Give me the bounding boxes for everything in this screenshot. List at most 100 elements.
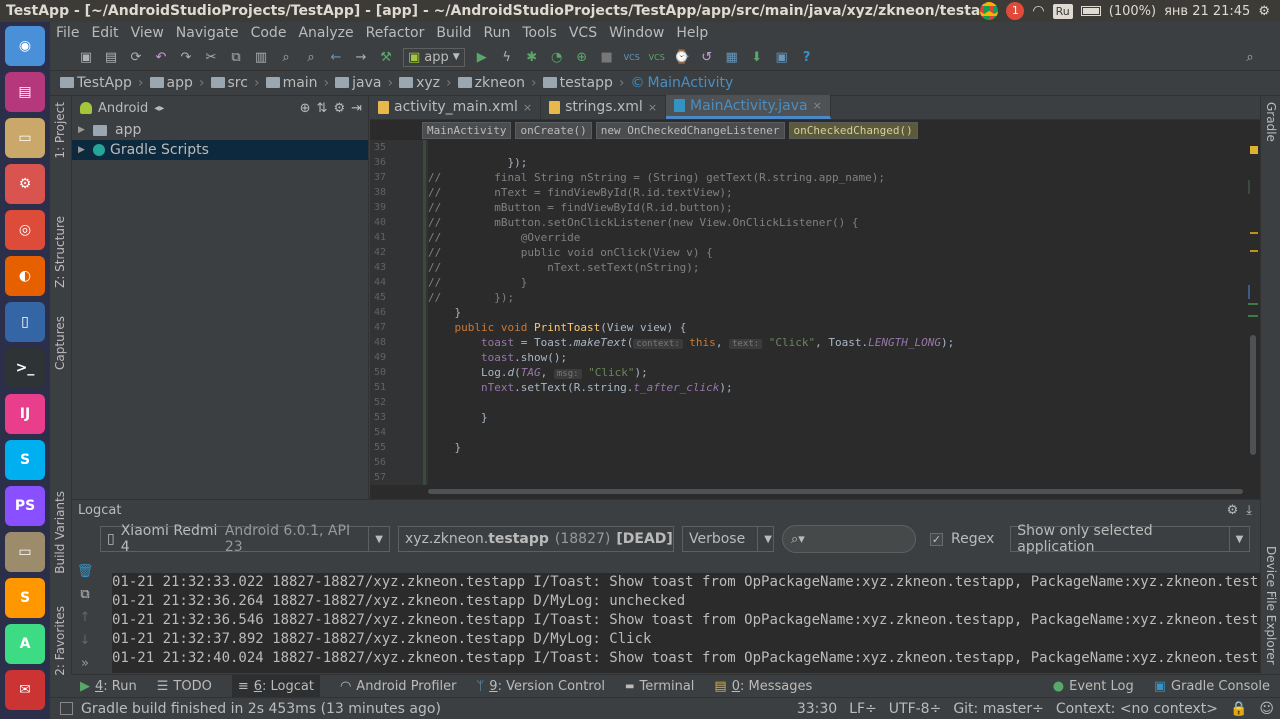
log-line[interactable]: 01-21 21:32:36.264 18827-18827/xyz.zkneo… xyxy=(112,592,1260,611)
clear-logcat-icon[interactable]: 🗑 xyxy=(72,561,98,581)
tab-favorites[interactable]: 2: Favorites xyxy=(53,606,67,676)
skype-icon[interactable]: S xyxy=(5,440,45,480)
stop-icon[interactable]: ■ xyxy=(599,49,615,65)
editor-tab[interactable]: MainActivity.java × xyxy=(666,95,831,119)
expand-arrow-icon[interactable]: ▶ xyxy=(78,145,88,155)
vcs-commit-icon[interactable]: VCS xyxy=(649,49,665,65)
breadcrumb-item[interactable]: java xyxy=(335,75,382,91)
firefox-icon[interactable]: ◐ xyxy=(5,256,45,296)
help-icon[interactable]: ? xyxy=(799,49,815,65)
save-all-icon[interactable]: ▤ xyxy=(103,49,119,65)
menu-code[interactable]: Code xyxy=(251,25,287,41)
hector-icon[interactable]: ☺ xyxy=(1253,701,1280,717)
file-encoding[interactable]: UTF-8÷ xyxy=(883,701,948,717)
collapse-all-icon[interactable]: ⇅ xyxy=(317,101,328,116)
breadcrumb-item[interactable]: app xyxy=(149,75,193,91)
cut-icon[interactable]: ✂ xyxy=(203,49,219,65)
editor-tab[interactable]: strings.xml × xyxy=(541,95,667,119)
hide-icon[interactable]: ⇥ xyxy=(351,101,362,116)
warning-marker[interactable] xyxy=(1250,250,1258,252)
forward-icon[interactable]: → xyxy=(353,49,369,65)
back-icon[interactable]: ← xyxy=(328,49,344,65)
files-icon[interactable]: ▭ xyxy=(5,118,45,158)
change-marker[interactable] xyxy=(1248,180,1250,194)
tab-version-control[interactable]: ᛘ9: Version Control xyxy=(476,679,605,694)
sublime-icon[interactable]: S xyxy=(5,578,45,618)
menu-refactor[interactable]: Refactor xyxy=(366,25,425,41)
change-marker[interactable] xyxy=(1248,285,1250,299)
vcs-update-icon[interactable]: VCS xyxy=(624,49,640,65)
dash-icon[interactable]: ◉ xyxy=(5,26,45,66)
scrollbar-thumb[interactable] xyxy=(428,489,1243,494)
breadcrumb-item[interactable]: zkneon xyxy=(457,75,525,91)
search-everywhere-icon[interactable]: ⌕ xyxy=(1242,49,1258,65)
archive-icon[interactable]: ▭ xyxy=(5,532,45,572)
breadcrumb-item[interactable]: src xyxy=(210,75,248,91)
tab-project[interactable]: 1: Project xyxy=(53,102,67,159)
close-icon[interactable]: × xyxy=(523,101,532,114)
run-config-selector[interactable]: ▣ app ▼ xyxy=(403,47,465,67)
warning-marker[interactable] xyxy=(1250,146,1258,154)
error-stripe[interactable] xyxy=(1246,140,1260,499)
paste-icon[interactable]: ▥ xyxy=(253,49,269,65)
profile-icon[interactable]: ◔ xyxy=(549,49,565,65)
run-icon[interactable]: ▶ xyxy=(474,49,490,65)
menu-analyze[interactable]: Analyze xyxy=(298,25,353,41)
line-separator[interactable]: LF÷ xyxy=(843,701,883,717)
editor-breadcrumb[interactable]: onCheckedChanged() xyxy=(788,121,918,139)
phpstorm-icon[interactable]: PS xyxy=(5,486,45,526)
log-line[interactable]: 01-21 21:32:33.022 18827-18827/xyz.zkneo… xyxy=(112,573,1260,592)
breadcrumb-item[interactable]: TestApp xyxy=(60,75,132,91)
expand-arrow-icon[interactable]: ▶ xyxy=(78,125,88,135)
breadcrumb-item[interactable]: main xyxy=(265,75,318,91)
close-icon[interactable]: × xyxy=(813,99,822,112)
breadcrumb-item[interactable]: testapp xyxy=(542,75,613,91)
mail-icon[interactable]: ✉ xyxy=(5,670,45,710)
warning-marker[interactable] xyxy=(1250,232,1258,234)
intellij-icon[interactable]: IJ xyxy=(5,394,45,434)
breadcrumb-item[interactable]: xyz xyxy=(399,75,440,91)
caret-position[interactable]: 33:30 xyxy=(791,701,843,717)
menu-tools[interactable]: Tools xyxy=(522,25,557,41)
regex-checkbox[interactable]: ✓ xyxy=(930,532,943,546)
tab-run[interactable]: ▶ 4: Run xyxy=(80,679,137,694)
make-project-icon[interactable]: ⚒ xyxy=(378,49,394,65)
battery-icon[interactable] xyxy=(1080,6,1101,16)
code-text[interactable]: }); // final String nString = (String) g… xyxy=(428,140,1248,485)
vertical-scroll-thumb[interactable] xyxy=(1250,335,1256,455)
editor-tab[interactable]: activity_main.xml × xyxy=(370,95,542,119)
replace-icon[interactable]: ⌕ xyxy=(303,49,319,65)
tab-gradle-console[interactable]: ▣ Gradle Console xyxy=(1154,679,1270,694)
open-icon[interactable]: ▣ xyxy=(78,49,94,65)
project-structure-icon[interactable]: ▣ xyxy=(774,49,790,65)
copy-icon[interactable]: ⧉ xyxy=(228,49,244,65)
debug-icon[interactable]: ✱ xyxy=(524,49,540,65)
wifi-icon[interactable]: ◠ xyxy=(1032,3,1044,19)
menu-run[interactable]: Run xyxy=(484,25,511,41)
context-indicator[interactable]: Context: <no context> xyxy=(1050,701,1224,717)
clock[interactable]: янв 21 21:45 xyxy=(1164,4,1250,19)
device-manager-icon[interactable]: ▦ xyxy=(724,49,740,65)
log-line[interactable]: 01-21 21:32:37.892 18827-18827/xyz.zkneo… xyxy=(112,630,1260,649)
scroll-from-source-icon[interactable]: ⊕ xyxy=(300,101,311,116)
editor-horizontal-scrollbar[interactable] xyxy=(428,487,1248,495)
tab-todo[interactable]: ☰ TODO xyxy=(157,679,212,694)
menu-file[interactable]: File xyxy=(56,25,79,41)
tab-android-profiler[interactable]: ◠ Android Profiler xyxy=(340,679,457,694)
attach-debugger-icon[interactable]: ⊕ xyxy=(574,49,590,65)
status-message[interactable]: Gradle build finished in 2s 453ms (13 mi… xyxy=(81,701,441,717)
menu-navigate[interactable]: Navigate xyxy=(176,25,239,41)
keyboard-layout-indicator[interactable]: Ru xyxy=(1052,3,1073,19)
chevron-updown-icon[interactable]: ◂▸ xyxy=(154,103,164,114)
tab-captures[interactable]: Captures xyxy=(53,316,67,370)
tree-item-gradle-scripts[interactable]: ▶ Gradle Scripts xyxy=(72,140,368,160)
log-line[interactable]: 01-21 21:32:36.546 18827-18827/xyz.zkneo… xyxy=(112,611,1260,630)
minimize-icon[interactable]: ⤓ xyxy=(1246,503,1252,518)
git-branch[interactable]: Git: master÷ xyxy=(947,701,1050,717)
gear-icon[interactable]: ⚙ xyxy=(1227,503,1239,518)
change-marker[interactable] xyxy=(1248,303,1258,317)
gear-icon[interactable]: ⚙ xyxy=(333,101,345,116)
redo-icon[interactable]: ↷ xyxy=(178,49,194,65)
editor-breadcrumb[interactable]: onCreate() xyxy=(515,121,592,139)
logcat-output[interactable]: 01-21 21:32:33.022 18827-18827/xyz.zkneo… xyxy=(112,573,1260,673)
